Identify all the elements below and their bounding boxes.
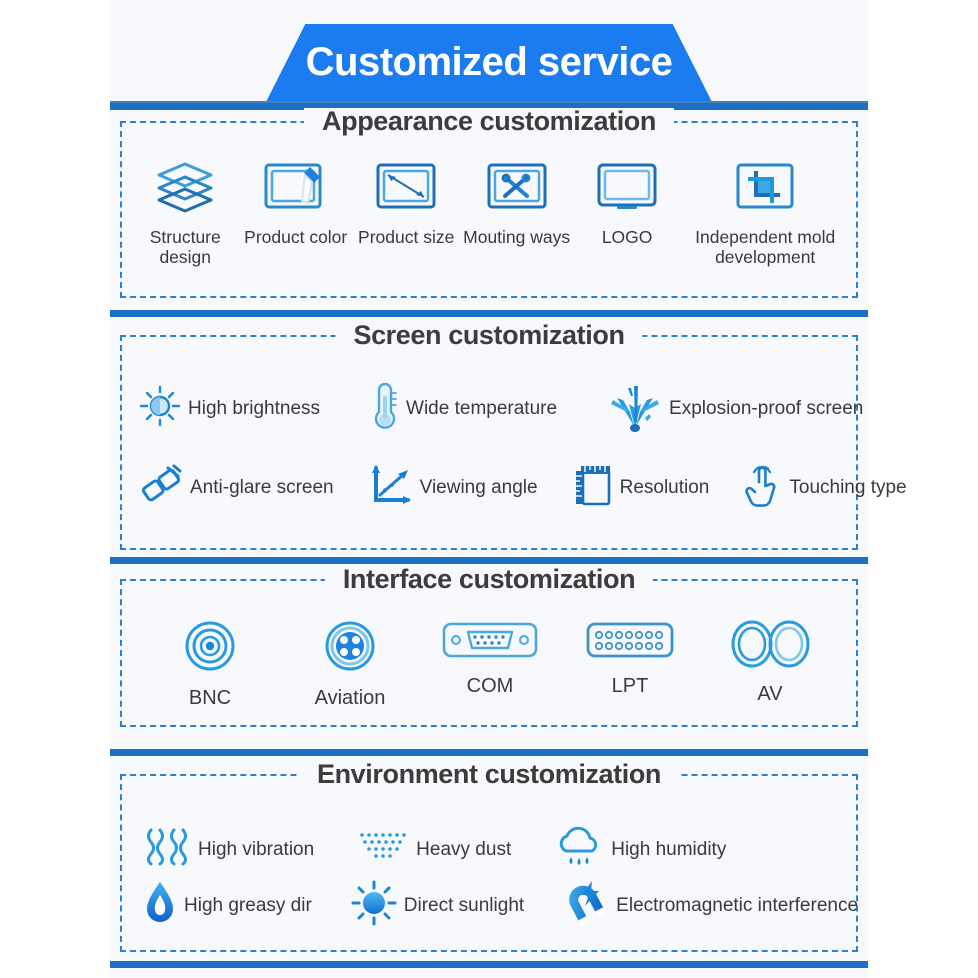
item-label: High humidity: [611, 839, 727, 860]
bnc-connector-icon: [183, 619, 237, 678]
item-aviation[interactable]: Aviation: [285, 619, 415, 709]
item-mouting-ways[interactable]: Mouting ways: [461, 161, 571, 248]
item-anti-glare-screen[interactable]: Anti-glare screen: [138, 462, 334, 513]
anti-glare-icon: [138, 462, 184, 513]
screen-measure-icon: [374, 161, 438, 218]
item-high-vibration[interactable]: High vibration: [142, 824, 314, 875]
item-label: Explosion-proof screen: [669, 398, 864, 419]
item-label: Wide temperature: [406, 398, 558, 419]
lpt-connector-icon: [585, 619, 675, 666]
item-label: Viewing angle: [419, 477, 538, 498]
interface-items: BNC Aviation COM LPT AV: [145, 619, 835, 709]
thermometer-icon: [370, 380, 400, 437]
item-product-color[interactable]: Product color: [240, 161, 350, 248]
item-direct-sunlight[interactable]: Direct sunlight: [350, 879, 524, 932]
dust-icon: [356, 829, 410, 870]
screen-tools-icon: [485, 161, 549, 218]
item-label: Touching type: [789, 477, 907, 498]
section-top-bar: [110, 749, 868, 756]
vibration-icon: [142, 824, 192, 875]
environment-items-row-2: High greasy dir Direct sunlight Electrom…: [142, 879, 858, 932]
item-label: Resolution: [619, 477, 710, 498]
item-independent-mold-development[interactable]: Independent mold development: [682, 161, 848, 267]
item-high-brightness[interactable]: High brightness: [138, 384, 320, 433]
section-top-bar: [110, 310, 868, 317]
section-top-bar: [110, 557, 868, 564]
bottom-bar: [110, 961, 868, 968]
screen-items-row-1: High brightness Wide temperature Explosi…: [138, 378, 863, 439]
environment-items-row-1: High vibration Heavy dust High humidity: [142, 821, 842, 878]
section-title-screen: Screen customization: [335, 322, 643, 349]
section-appearance: Appearance customization Structure desig…: [110, 103, 868, 298]
item-label: Product size: [358, 227, 455, 247]
item-heavy-dust[interactable]: Heavy dust: [356, 829, 511, 870]
item-label: AV: [757, 683, 783, 705]
item-high-greasy-dir[interactable]: High greasy dir: [142, 879, 312, 932]
item-label: Direct sunlight: [403, 895, 525, 916]
section-interface: Interface customization BNC Aviation COM…: [110, 557, 868, 727]
item-label: Product color: [244, 227, 348, 247]
item-label: LOGO: [601, 227, 653, 247]
magnet-bolt-icon: [562, 879, 610, 932]
brightness-sun-icon: [138, 384, 182, 433]
section-screen: Screen customization High brightness Wid…: [110, 310, 907, 550]
viewing-angle-icon: [368, 462, 414, 513]
item-label: High greasy dir: [184, 895, 312, 916]
item-explosion-proof-screen[interactable]: Explosion-proof screen: [607, 378, 863, 439]
rain-cloud-icon: [553, 821, 605, 878]
item-viewing-angle[interactable]: Viewing angle: [368, 462, 538, 513]
banner: Customized service: [110, 0, 868, 104]
item-label: Anti-glare screen: [190, 477, 334, 498]
section-title-environment: Environment customization: [298, 761, 680, 788]
section-title-appearance: Appearance customization: [304, 108, 674, 135]
item-wide-temperature[interactable]: Wide temperature: [370, 380, 557, 437]
item-resolution[interactable]: Resolution: [572, 462, 710, 513]
item-label: Aviation: [314, 687, 386, 709]
item-label: High brightness: [188, 398, 321, 419]
item-label: LPT: [611, 675, 649, 697]
item-label: High vibration: [198, 839, 315, 860]
item-label: Structure design: [149, 227, 221, 267]
monitor-icon: [595, 161, 659, 218]
item-product-size[interactable]: Product size: [351, 161, 461, 248]
item-label: Heavy dust: [416, 839, 512, 860]
item-touching-type[interactable]: Touching type: [743, 462, 907, 513]
section-dashed-box: [120, 335, 858, 550]
item-av[interactable]: AV: [705, 619, 835, 705]
item-com[interactable]: COM: [425, 619, 555, 697]
infographic-page: Customized service Appearance customizat…: [0, 0, 978, 978]
layers-icon: [156, 161, 214, 218]
item-structure-design[interactable]: Structure design: [130, 161, 240, 267]
section-title-interface: Interface customization: [324, 566, 654, 593]
item-lpt[interactable]: LPT: [565, 619, 695, 697]
shatter-burst-icon: [607, 378, 663, 439]
av-connector-icon: [727, 619, 813, 674]
banner-title: Customized service: [305, 40, 673, 84]
item-logo[interactable]: LOGO: [572, 161, 682, 248]
crop-icon: [734, 161, 796, 218]
appearance-items: Structure design Product color Product s…: [130, 161, 848, 267]
item-label: BNC: [188, 687, 232, 709]
resolution-ruler-icon: [572, 462, 614, 513]
item-high-humidity[interactable]: High humidity: [553, 821, 726, 878]
item-bnc[interactable]: BNC: [145, 619, 275, 709]
item-electromagnetic-interference[interactable]: Electromagnetic interference: [562, 879, 858, 932]
section-environment: Environment customization High vibration: [110, 749, 868, 952]
item-label: Independent mold development: [695, 227, 836, 267]
com-db9-connector-icon: [442, 619, 538, 666]
touch-hand-icon: [743, 462, 783, 513]
screen-paint-icon: [264, 161, 328, 218]
item-label: Electromagnetic interference: [616, 895, 859, 916]
item-label: COM: [466, 675, 514, 697]
oil-drop-icon: [142, 879, 178, 932]
sun-icon: [350, 879, 398, 932]
aviation-connector-icon: [323, 619, 377, 678]
screen-items-row-2: Anti-glare screen Viewing angle Resoluti…: [138, 462, 907, 513]
item-label: Mouting ways: [463, 227, 571, 247]
